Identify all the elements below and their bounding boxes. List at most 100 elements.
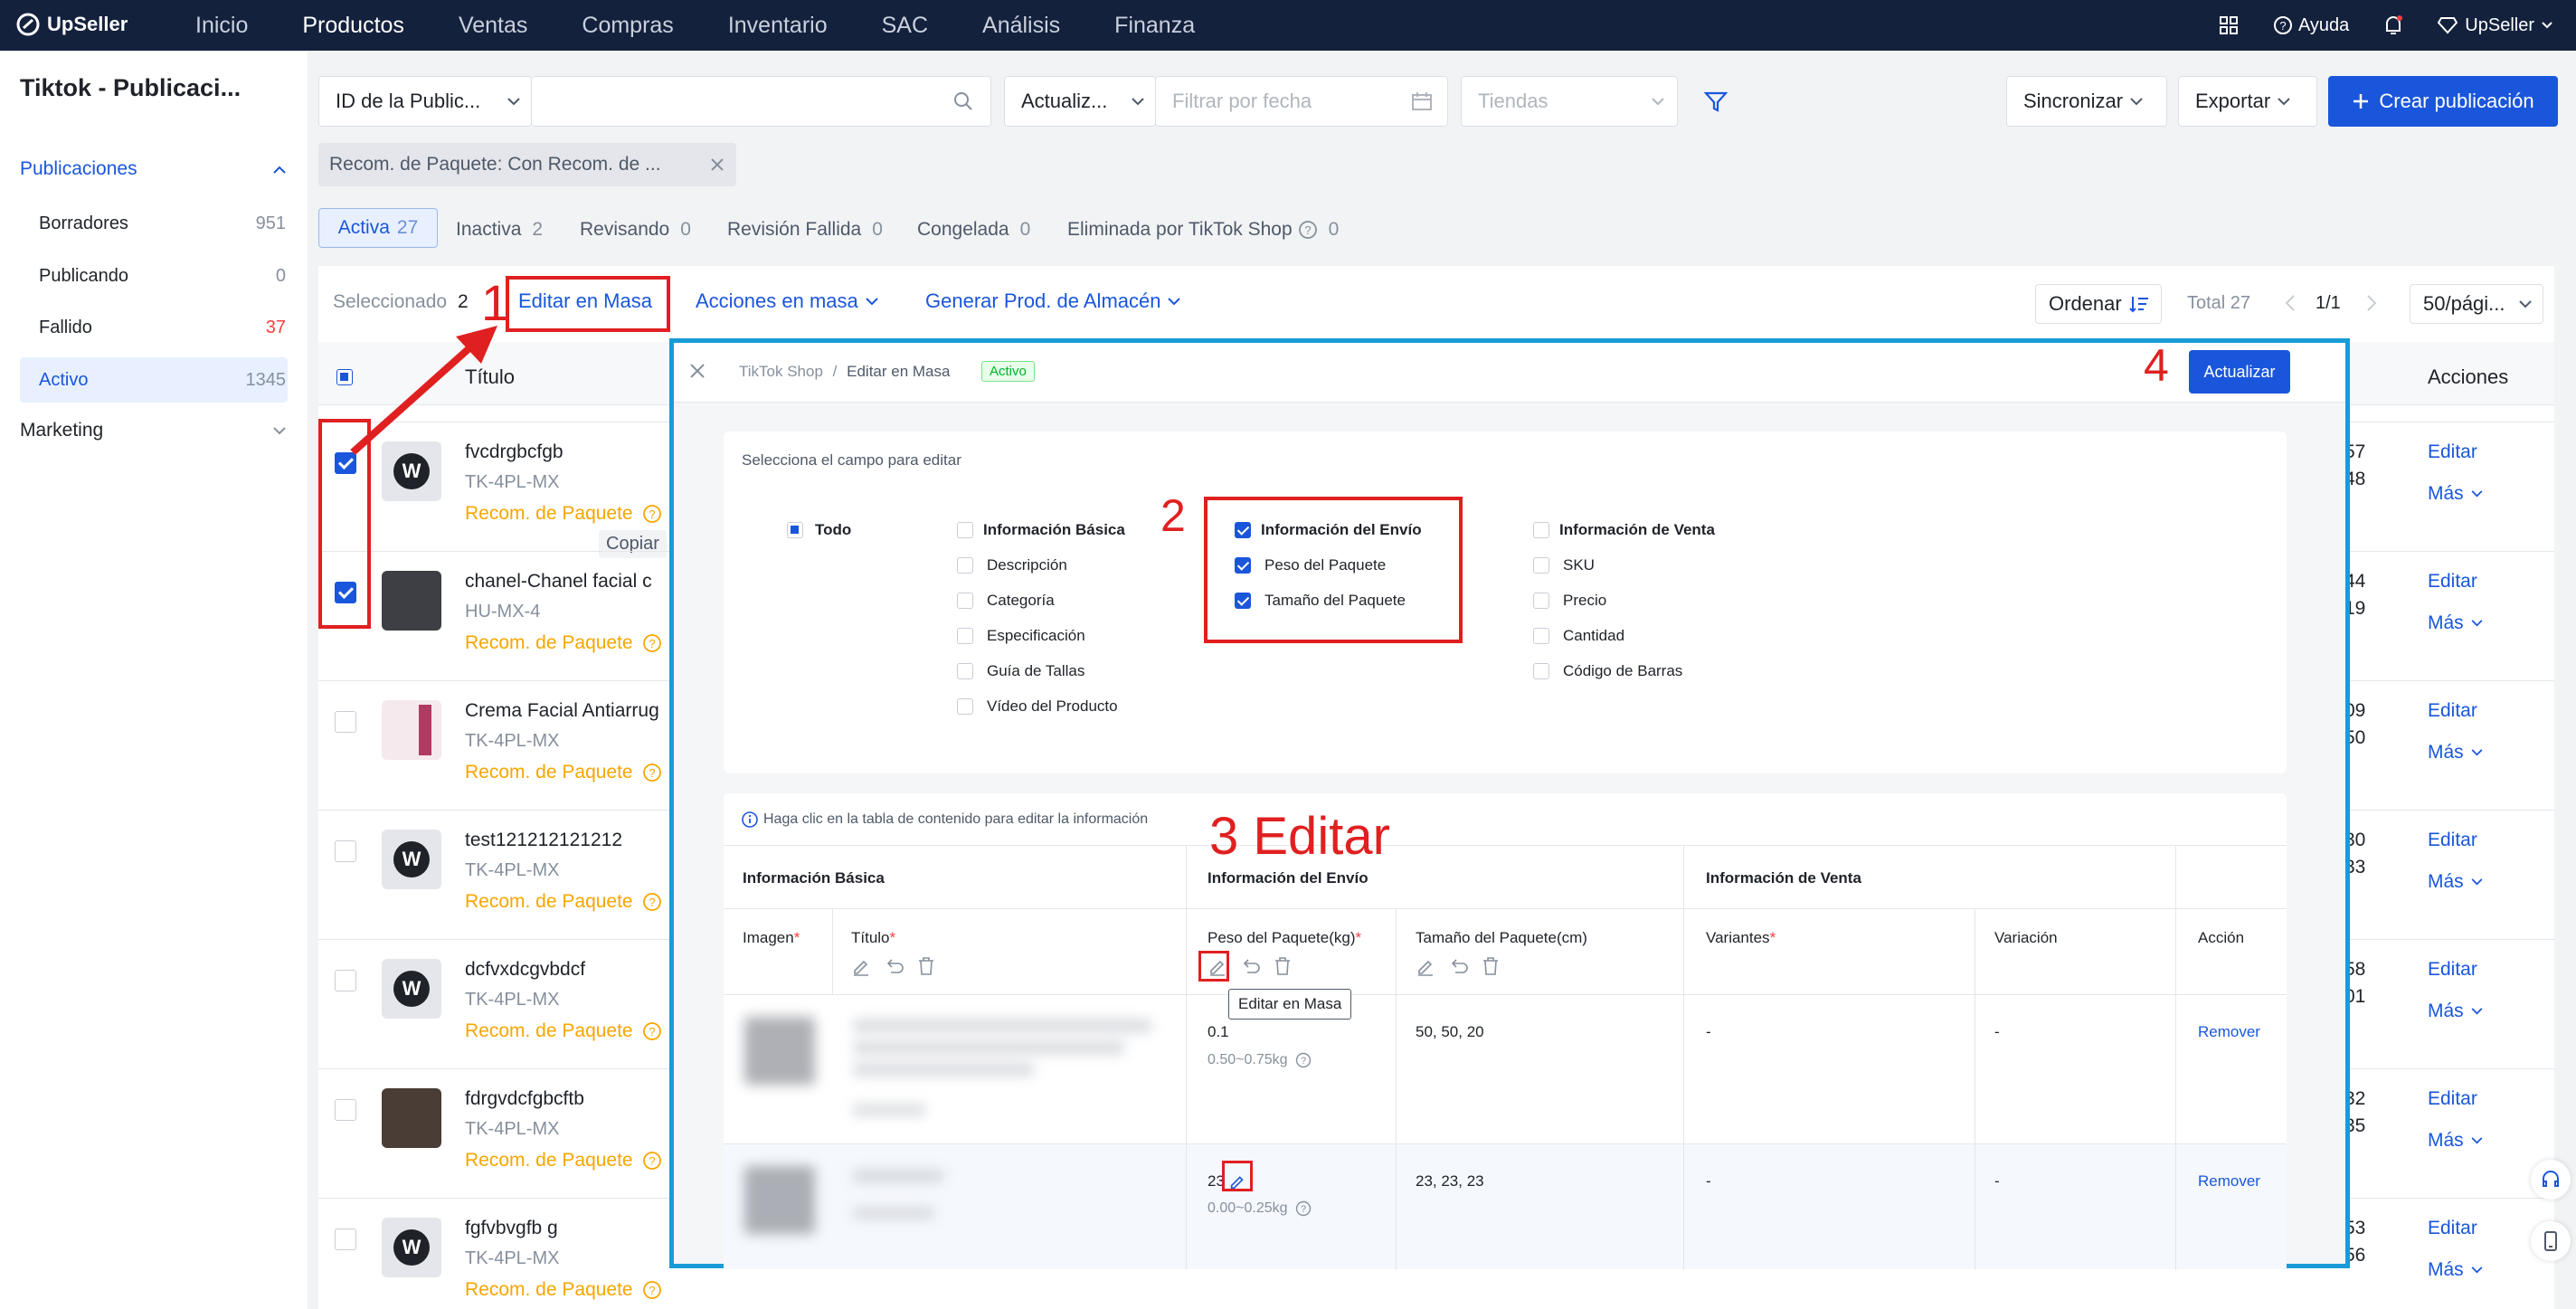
group-basic-info: Información Básica [743,869,885,887]
weight-value[interactable]: 0.1 [1208,1023,1229,1041]
search-input[interactable] [532,76,991,127]
menu-sac[interactable]: SAC [882,13,928,39]
filter-funnel-icon[interactable] [1704,90,1728,114]
menu-compras[interactable]: Compras [582,13,673,39]
tab-eliminada[interactable]: Eliminada por TikTok Shop ? 0 [1067,219,1339,241]
row-more-dropdown[interactable]: Más [2428,1259,2483,1281]
date-filter-input[interactable]: Filtrar por fecha [1155,76,1448,127]
close-icon[interactable] [690,364,705,378]
product-video-checkbox[interactable] [957,698,973,715]
row-more-dropdown[interactable]: Más [2428,1130,2483,1152]
tab-inactiva[interactable]: Inactiva 2 [456,219,543,241]
row-checkbox[interactable] [335,1099,356,1121]
row-edit-link[interactable]: Editar [2428,700,2477,722]
undo-icon[interactable] [1448,956,1468,976]
row-more-dropdown[interactable]: Más [2428,742,2483,764]
row-edit-link[interactable]: Editar [2428,1088,2477,1110]
row-checkbox[interactable] [335,970,356,991]
trash-icon[interactable] [916,956,936,976]
edit-pencil-icon[interactable] [851,956,871,976]
sidebar-item-publicando[interactable]: Publicando 0 [0,253,308,299]
chevron-right-icon[interactable] [2366,295,2377,311]
tab-label: Congelada [917,219,1009,240]
notification-bell-icon[interactable] [2383,14,2403,36]
generate-warehouse-dropdown[interactable]: Generar Prod. de Almacén [925,289,1181,313]
product-title[interactable]: fdrgvdcfgbcftb [465,1088,584,1110]
product-title[interactable]: chanel-Chanel facial c [465,571,652,593]
sales-info-checkbox[interactable] [1533,522,1549,538]
sidebar-item-activo[interactable]: Activo 1345 [20,357,288,403]
specification-checkbox[interactable] [957,628,973,644]
remove-link[interactable]: Remover [2198,1023,2260,1041]
size-value[interactable]: 50, 50, 20 [1416,1023,1484,1041]
edit-pencil-icon[interactable] [1416,956,1435,976]
category-checkbox[interactable] [957,593,973,609]
price-checkbox[interactable] [1533,593,1549,609]
chevron-left-icon[interactable] [2285,295,2296,311]
tab-revisando[interactable]: Revisando 0 [580,219,691,241]
update-button[interactable]: Actualizar [2189,350,2290,394]
size-value[interactable]: 23, 23, 23 [1416,1172,1484,1190]
menu-inventario[interactable]: Inventario [728,13,828,39]
row-more-dropdown[interactable]: Más [2428,871,2483,893]
stores-select[interactable]: Tiendas [1461,76,1678,127]
search-icon[interactable] [952,90,974,112]
menu-inicio[interactable]: Inicio [195,13,248,39]
description-checkbox[interactable] [957,557,973,574]
undo-icon[interactable] [884,956,904,976]
product-title[interactable]: dcfvxdcgvbdcf [465,959,585,981]
row-more-dropdown[interactable]: Más [2428,612,2483,634]
tab-activa[interactable]: Activa 27 [318,208,438,248]
tab-congelada[interactable]: Congelada 0 [917,219,1030,241]
quantity-checkbox[interactable] [1533,628,1549,644]
undo-icon[interactable] [1240,956,1260,976]
create-listing-button[interactable]: Crear publicación [2328,76,2558,127]
row-edit-link[interactable]: Editar [2428,1218,2477,1239]
mobile-button[interactable] [2531,1221,2571,1261]
sidebar-section-marketing[interactable]: Marketing [0,408,308,453]
per-page-select[interactable]: 50/pági... [2410,284,2543,324]
product-title[interactable]: Crema Facial Antiarrug [465,700,659,722]
menu-productos[interactable]: Productos [302,13,404,39]
row-more-dropdown[interactable]: Más [2428,483,2483,505]
sku-checkbox[interactable] [1533,557,1549,574]
sidebar-section-publicaciones[interactable]: Publicaciones [0,147,308,192]
apps-grid-icon[interactable] [2219,15,2239,35]
size-guide-checkbox[interactable] [957,663,973,679]
update-select[interactable]: Actualiz... [1004,76,1156,127]
select-all-fields-checkbox[interactable] [787,522,803,538]
row-edit-link[interactable]: Editar [2428,959,2477,981]
sidebar-item-borradores[interactable]: Borradores 951 [0,201,308,246]
sort-button[interactable]: Ordenar [2035,284,2162,324]
tab-revision-fallida[interactable]: Revisión Fallida 0 [727,219,883,241]
trash-icon[interactable] [1273,956,1293,976]
sidebar-item-fallido[interactable]: Fallido 37 [0,305,308,350]
user-menu[interactable]: UpSeller [2438,15,2552,36]
barcode-checkbox[interactable] [1533,663,1549,679]
id-select[interactable]: ID de la Public... [318,76,532,127]
trash-icon[interactable] [1481,956,1501,976]
row-checkbox[interactable] [335,711,356,733]
help-link[interactable]: ? Ayuda [2273,15,2349,36]
row-edit-link[interactable]: Editar [2428,571,2477,593]
row-more-dropdown[interactable]: Más [2428,1001,2483,1022]
row-edit-link[interactable]: Editar [2428,441,2477,463]
row-edit-link[interactable]: Editar [2428,830,2477,851]
row-checkbox[interactable] [335,840,356,862]
row-checkbox[interactable] [335,1228,356,1250]
close-icon[interactable] [711,158,724,171]
basic-info-checkbox[interactable] [957,522,973,538]
help-circle-icon: ? [1298,221,1317,239]
export-button[interactable]: Exportar [2178,76,2317,127]
sync-button[interactable]: Sincronizar [2006,76,2167,127]
remove-link[interactable]: Remover [2198,1172,2260,1190]
product-title[interactable]: test121212121212 [465,830,622,851]
product-title[interactable]: fgfvbvgfb g [465,1218,558,1239]
menu-analisis[interactable]: Análisis [982,13,1060,39]
app-logo[interactable]: UpSeller [16,13,128,36]
menu-ventas[interactable]: Ventas [459,13,527,39]
bulk-actions-dropdown[interactable]: Acciones en masa [696,289,878,313]
breadcrumb-shop[interactable]: TikTok Shop [739,363,823,380]
support-button[interactable] [2531,1160,2571,1200]
menu-finanza[interactable]: Finanza [1114,13,1195,39]
